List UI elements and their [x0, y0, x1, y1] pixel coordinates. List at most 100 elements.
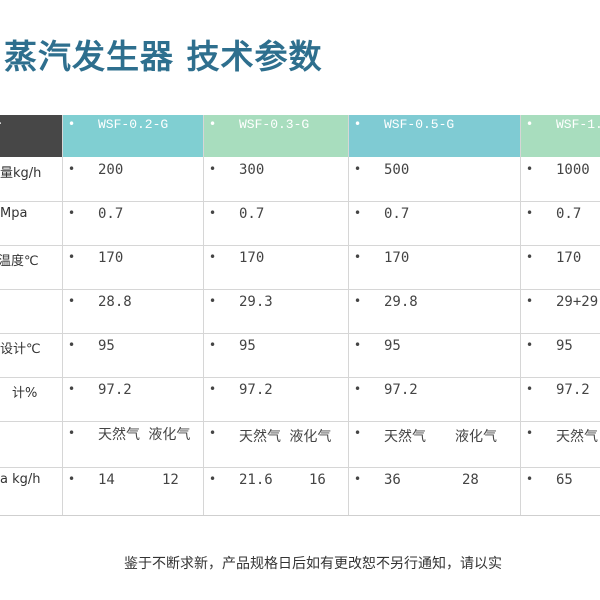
- cell-value: 95: [98, 338, 115, 354]
- cell-value: 29.8: [384, 294, 418, 310]
- model-name: WSF-1.: [556, 117, 600, 132]
- header-model-cell: • WSF-0.2-G: [62, 115, 203, 157]
- header-corner-cell: ·: [0, 115, 62, 157]
- table-cell: • 170: [348, 245, 520, 289]
- table-cell: • 29+29.: [520, 289, 600, 333]
- cell-value: 1000: [556, 162, 590, 178]
- cell-value: 170: [384, 250, 410, 266]
- table-cell: • 500: [348, 157, 520, 201]
- cell-value: 97.2: [556, 382, 590, 398]
- bullet-icon: •: [354, 338, 362, 352]
- cell-value: 0.7: [98, 206, 124, 222]
- bullet-icon: •: [354, 294, 362, 308]
- table-row: 量kg/h • 200 • 300 • 500 • 1000: [0, 157, 600, 201]
- table-cell: • 天然气 液化气: [62, 421, 203, 467]
- table-cell: • 97.2: [203, 377, 348, 421]
- cell-value: 97.2: [239, 382, 273, 398]
- table-cell: • 29.8: [348, 289, 520, 333]
- bullet-icon: •: [526, 472, 534, 486]
- table-cell: • 0.7: [348, 201, 520, 245]
- bullet-icon: •: [209, 206, 217, 220]
- page-title: 蒸汽发生器 技术参数: [4, 37, 323, 76]
- row-divider: [0, 201, 600, 202]
- header-model-cell: • WSF-0.5-G: [348, 115, 520, 157]
- table-row: 计% • 97.2 • 97.2 • 97.2 • 97.2: [0, 377, 600, 421]
- cell-value: 天然气: [556, 429, 598, 445]
- header-model-cell: • WSF-0.3-G: [203, 115, 348, 157]
- table-row: 温度℃ • 170 • 170 • 170 • 170: [0, 245, 600, 289]
- row-label: a kg/h: [0, 472, 41, 487]
- column-divider: [203, 115, 204, 516]
- cell-value: 97.2: [98, 382, 132, 398]
- cell-value: 200: [98, 162, 124, 178]
- cell-value: 170: [239, 250, 265, 266]
- table-cell: • 0.7: [203, 201, 348, 245]
- cell-value: 65: [556, 472, 573, 488]
- row-divider: [0, 377, 600, 378]
- cell-value: 14: [98, 472, 115, 488]
- table-cell: • 95: [348, 333, 520, 377]
- cell-value: 天然气: [384, 429, 426, 445]
- table-cell: • 170: [203, 245, 348, 289]
- column-divider: [520, 115, 521, 516]
- row-label-cell: Mpa: [0, 201, 62, 245]
- cell-value: 95: [556, 338, 573, 354]
- bullet-icon: •: [209, 162, 217, 176]
- bullet-icon: •: [354, 426, 362, 440]
- row-label: 计%: [12, 386, 38, 401]
- bullet-icon: •: [209, 117, 217, 131]
- cell-value: 95: [239, 338, 256, 354]
- table-cell: • 28.8: [62, 289, 203, 333]
- cell-value-secondary: 12: [162, 472, 179, 488]
- bullet-icon: •: [526, 162, 534, 176]
- column-divider: [62, 115, 63, 516]
- bullet-icon: •: [209, 426, 217, 440]
- bullet-icon: •: [68, 206, 76, 220]
- cell-value: 95: [384, 338, 401, 354]
- bullet-icon: •: [209, 294, 217, 308]
- row-label-cell: [0, 289, 62, 333]
- table-cell: • 97.2: [348, 377, 520, 421]
- cell-value: 0.7: [556, 206, 582, 222]
- table-row: Mpa • 0.7 • 0.7 • 0.7 • 0.7: [0, 201, 600, 245]
- table-cell: • 170: [520, 245, 600, 289]
- cell-value-secondary: 28: [462, 472, 479, 488]
- cell-value-secondary: 16: [309, 472, 326, 488]
- bullet-icon: •: [354, 250, 362, 264]
- cell-value-secondary: 液化气: [455, 429, 497, 445]
- row-divider: [0, 467, 600, 468]
- cell-value: 天然气 液化气: [98, 427, 191, 443]
- bullet-icon: •: [526, 382, 534, 396]
- cell-value: 天然气 液化气: [239, 429, 332, 445]
- row-label: 量kg/h: [0, 166, 42, 181]
- table-cell: • 200: [62, 157, 203, 201]
- row-divider: [0, 289, 600, 290]
- bullet-icon: •: [209, 250, 217, 264]
- table-cell: • 21.6 16: [203, 467, 348, 515]
- header-model-cell: • WSF-1.: [520, 115, 600, 157]
- row-label: 设计℃: [0, 342, 41, 357]
- table-cell: • 95: [520, 333, 600, 377]
- cell-value: 29+29.: [556, 294, 600, 310]
- bullet-icon: •: [354, 162, 362, 176]
- table-cell: • 29.3: [203, 289, 348, 333]
- cell-value: 97.2: [384, 382, 418, 398]
- bullet-icon: •: [526, 338, 534, 352]
- row-divider: [0, 421, 600, 422]
- bullet-icon: •: [354, 382, 362, 396]
- bullet-icon: •: [68, 382, 76, 396]
- bullet-icon: •: [209, 338, 217, 352]
- bullet-icon: •: [354, 472, 362, 486]
- cell-value: 29.3: [239, 294, 273, 310]
- table-row: a kg/h • 14 12 • 21.6 16 • 36 28 • 65: [0, 467, 600, 515]
- table-cell: • 65: [520, 467, 600, 515]
- table-cell: • 300: [203, 157, 348, 201]
- bullet-icon: •: [68, 250, 76, 264]
- table-cell: • 天然气 液化气: [203, 421, 348, 467]
- footer-note: 鉴于不断求新，产品规格日后如有更改恕不另行通知，请以实: [124, 556, 502, 572]
- table-cell: • 170: [62, 245, 203, 289]
- model-name: WSF-0.3-G: [239, 117, 310, 132]
- table-cell: • 天然气: [520, 421, 600, 467]
- bullet-icon: •: [209, 472, 217, 486]
- table-cell: • 36 28: [348, 467, 520, 515]
